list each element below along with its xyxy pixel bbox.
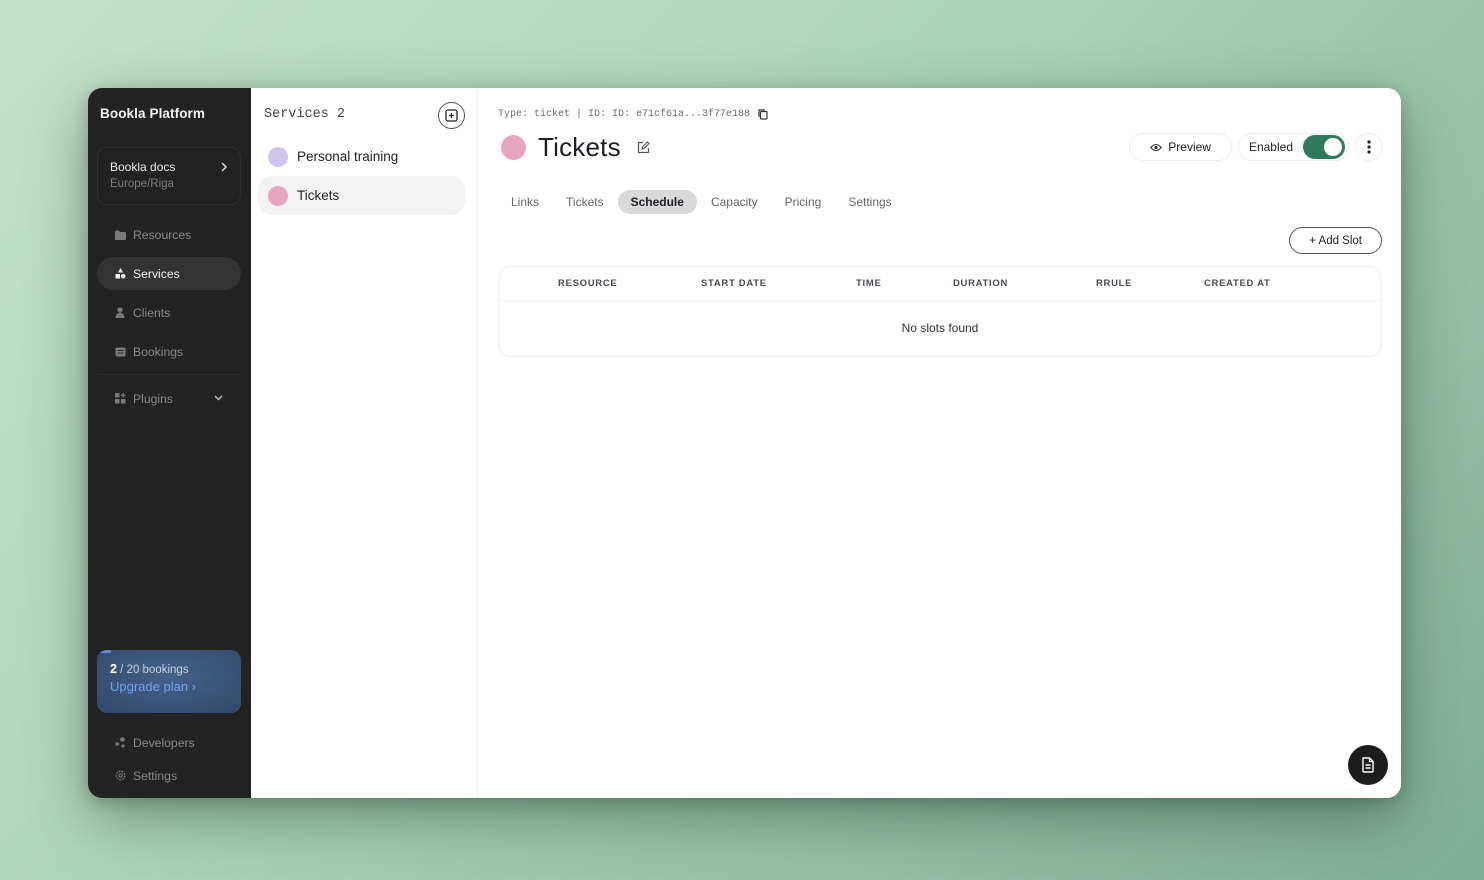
tab-settings[interactable]: Settings [835,190,904,214]
eye-icon [1150,143,1163,152]
service-color-dot [501,135,526,160]
enabled-label: Enabled [1248,140,1293,154]
column-header-time[interactable]: TIME [856,278,882,289]
upgrade-plan-link[interactable]: Upgrade plan › [110,679,228,694]
plan-usage-text: 2 / 20 bookings [110,662,228,676]
table-header: RESOURCE START DATE TIME DURATION RRULE … [499,267,1381,301]
nav-divider [97,374,241,375]
grid-plus-icon [114,393,126,405]
gear-icon [114,770,126,782]
docs-fab-button[interactable] [1348,745,1388,785]
sidebar-item-label: Clients [133,305,171,320]
column-header-duration[interactable]: DURATION [953,278,1008,289]
sidebar-item-label: Services [133,266,180,281]
add-service-button[interactable] [438,102,465,129]
service-meta-text: Type: ticket | ID: ID: e71cf61a...3f77e1… [498,109,751,120]
tab-capacity[interactable]: Capacity [698,190,771,214]
services-list: Personal training Tickets [258,137,465,215]
edit-icon[interactable] [637,141,650,154]
chevron-down-icon[interactable] [214,393,223,404]
sidebar: Bookla Platform Bookla docs Europe/Riga … [88,88,251,798]
service-color-dot [268,185,288,206]
column-header-resource[interactable]: RESOURCE [558,278,617,289]
sidebar-item-services[interactable]: Services [97,257,241,290]
page-title: Tickets [538,132,621,162]
plan-used-count: 2 [110,662,117,676]
sidebar-bottom-nav: Developers Settings [97,726,241,792]
plan-usage-progress [97,650,112,653]
title-row: Tickets [501,132,650,163]
services-header: Services 2 [264,107,346,122]
calendar-list-icon [114,346,126,358]
user-icon [114,307,126,319]
sidebar-item-bookings[interactable]: Bookings [97,335,241,368]
service-item-personal-training[interactable]: Personal training [258,137,465,176]
sidebar-item-plugins[interactable]: Plugins [97,382,241,415]
toggle-knob [1324,138,1342,156]
more-vertical-icon [1367,140,1371,154]
service-detail: Type: ticket | ID: ID: e71cf61a...3f77e1… [478,88,1401,798]
folder-icon [114,229,126,241]
preview-label: Preview [1168,140,1211,154]
app-window: Bookla Platform Bookla docs Europe/Riga … [88,88,1401,798]
column-header-created-at[interactable]: CREATED AT [1204,278,1270,289]
service-meta: Type: ticket | ID: ID: e71cf61a...3f77e1… [498,109,768,120]
services-panel: Services 2 Personal training Tickets [251,88,478,798]
sidebar-item-settings[interactable]: Settings [97,759,241,792]
sidebar-item-label: Settings [133,768,178,783]
sidebar-item-label: Developers [133,735,195,750]
service-label: Personal training [297,149,399,164]
plan-usage-card[interactable]: 2 / 20 bookings Upgrade plan › [97,650,241,713]
plan-limit-text: / 20 bookings [120,664,189,676]
copy-icon[interactable] [758,109,768,120]
tab-links[interactable]: Links [498,190,552,214]
sidebar-item-resources[interactable]: Resources [97,218,241,251]
sidebar-item-label: Resources [133,227,192,242]
sidebar-nav: Resources Services Clients Bookings Plug… [97,218,241,421]
empty-state-text: No slots found [901,321,979,335]
column-header-rrule[interactable]: RRULE [1096,278,1132,289]
tab-pricing[interactable]: Pricing [772,190,835,214]
enabled-control: Enabled [1237,133,1349,161]
nodes-icon [114,737,126,749]
chevron-right-icon [220,161,228,175]
tab-tickets[interactable]: Tickets [553,190,617,214]
organization-switcher[interactable]: Bookla docs Europe/Riga [97,147,241,205]
tab-schedule[interactable]: Schedule [617,190,697,214]
preview-button[interactable]: Preview [1129,133,1232,161]
service-color-dot [268,146,288,167]
column-header-start-date[interactable]: START DATE [701,278,767,289]
sidebar-item-label: Bookings [133,344,184,359]
sidebar-item-clients[interactable]: Clients [97,296,241,329]
more-options-button[interactable] [1355,133,1383,161]
organization-name: Bookla docs [110,160,176,174]
detail-tabs: Links Tickets Schedule Capacity Pricing … [498,190,906,214]
header-actions: Preview Enabled [1129,133,1383,161]
sidebar-item-developers[interactable]: Developers [97,726,241,759]
sidebar-item-label: Plugins [133,391,173,406]
enabled-toggle[interactable] [1303,135,1345,159]
plus-square-icon [445,109,458,122]
shapes-icon [114,268,126,280]
slots-table: RESOURCE START DATE TIME DURATION RRULE … [498,266,1382,357]
service-item-tickets[interactable]: Tickets [258,176,465,215]
service-label: Tickets [297,188,340,203]
organization-timezone: Europe/Riga [110,178,174,190]
add-slot-button[interactable]: + Add Slot [1289,227,1382,254]
document-icon [1362,757,1374,773]
brand-logo: Bookla Platform [100,106,206,121]
